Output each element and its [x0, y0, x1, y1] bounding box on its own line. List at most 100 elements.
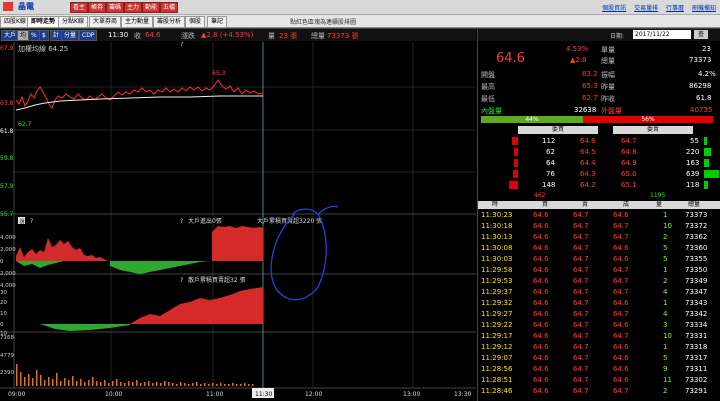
volume-bar [124, 383, 126, 386]
total-vol-label: 總量 [601, 57, 615, 65]
topbar-button-1[interactable]: 看主 [70, 2, 89, 13]
tick-row: 11:29:12 64.6 64.7 64.6 1 73318 [478, 343, 720, 353]
high-price-label: 最高 [481, 83, 495, 91]
volume-bar [204, 383, 206, 386]
volume-bar [132, 382, 134, 386]
tab-main-force[interactable]: 主力動量 [121, 16, 154, 28]
tab-stock[interactable]: 個股 [185, 16, 206, 28]
tick-ask: 64.7 [573, 211, 589, 219]
book-sp-2: 64.8 [621, 148, 637, 156]
current-price: 64.6 [496, 51, 525, 66]
topbar-button-6[interactable]: 五檔 [160, 2, 179, 13]
volume-bar [92, 377, 94, 386]
tick-list[interactable]: 11:30:23 64.6 64.7 64.6 1 73373 11:30:18 64.6 64… [478, 211, 720, 401]
tick-total: 73331 [685, 332, 708, 340]
axis-label-6: 55.7 [0, 211, 14, 218]
tick-time: 11:29:12 [481, 343, 513, 351]
volume-bar [44, 380, 46, 386]
tick-header-bar: 時 買 賣 成 量 總量 [478, 201, 720, 209]
amplitude-label: 振幅 [601, 71, 615, 79]
topbar-button-2[interactable]: 帳券 [88, 2, 107, 13]
date-query-button[interactable]: 查 [694, 30, 708, 39]
amplitude-value: 4.2% [698, 70, 716, 78]
volume-bar [52, 379, 54, 386]
volume-bar [252, 384, 254, 386]
tick-bid: 64.6 [533, 299, 549, 307]
tick-row: 11:29:37 64.6 64.7 64.7 4 73347 [478, 288, 720, 298]
tick-vol: 5 [663, 354, 668, 362]
link-stock-info[interactable]: 個股資訊 [602, 5, 626, 12]
topbar-button-4[interactable]: 主力 [124, 2, 143, 13]
toolbar-btn-vol[interactable]: 分量 [61, 30, 80, 41]
tick-row: 11:30:13 64.6 64.7 64.7 2 73362 [478, 233, 720, 243]
volume-bar [68, 380, 70, 386]
tick-ask: 64.7 [573, 277, 589, 285]
volume-bar [64, 378, 66, 386]
toolbar-btn-cdp[interactable]: CDP [79, 30, 98, 41]
tick-total: 73373 [685, 211, 708, 219]
tab-chip-analysis[interactable]: 籌股分析 [153, 16, 186, 28]
pct-change: 4.53% [566, 45, 589, 53]
high-price-value: 65.3 [582, 82, 598, 90]
toolbar-btn-dollar[interactable]: $ [39, 30, 49, 41]
tick-col-bid: 買 [542, 201, 549, 208]
tab-notes[interactable]: 筆記 [207, 16, 228, 28]
xaxis-1000: 10:00 [105, 391, 122, 398]
volume-bar [180, 382, 182, 386]
toolbar-btn-pct[interactable]: % [28, 30, 40, 41]
tick-time: 11:29:27 [481, 310, 513, 318]
volume-bar [172, 383, 174, 386]
tick-vol: 2 [663, 277, 668, 285]
panel1-help-icon[interactable]: ? [180, 42, 184, 48]
chart-area[interactable]: 加權均線 64.25 ? 65.3 62.7 67.9 63.8 61.8 59… [0, 42, 476, 401]
tick-deal: 64.7 [613, 233, 629, 241]
tick-total: 73360 [685, 244, 708, 252]
tick-vol: 1 [663, 343, 668, 351]
tick-vol: 1 [663, 211, 668, 219]
axis-label-3: 61.8 [0, 128, 14, 135]
panel2-help-right-icon[interactable]: ? [180, 218, 183, 225]
tab-branch-kline[interactable]: 分點K線 [58, 16, 88, 28]
tick-bid: 64.6 [533, 343, 549, 351]
volume-bar [236, 384, 238, 386]
tick-bid: 64.6 [533, 255, 549, 263]
link-calendar[interactable]: 行事曆 [666, 5, 684, 12]
tick-total: 73347 [685, 288, 708, 296]
tick-time: 11:28:56 [481, 365, 513, 373]
tick-row: 11:28:46 64.6 64.7 64.7 2 73291 [478, 387, 720, 397]
tab-realtime[interactable]: 即時走勢 [27, 16, 60, 28]
volume-bar [108, 383, 110, 386]
tick-ask: 64.7 [573, 343, 589, 351]
xaxis-1100: 11:00 [206, 391, 223, 398]
toolbar-change-value: ▲2.8 (+4.53%) [201, 31, 254, 39]
notice-text: 點紅色區塊為連續股排圖 [290, 19, 357, 26]
tick-ask: 64.7 [573, 233, 589, 241]
sell-bar-2 [704, 148, 711, 156]
panel2-help-left-icon[interactable]: ? [30, 218, 33, 225]
single-vol-value: 23 [702, 45, 711, 53]
tab-kline[interactable]: 四股K線 [0, 16, 30, 28]
open-value: 63.2 [582, 70, 598, 78]
tick-time: 11:30:13 [481, 233, 513, 241]
toolbar-vol-value: 23 張 [279, 32, 298, 40]
volume-bar [128, 381, 130, 386]
inner-vol-label: 內盤量 [481, 107, 502, 115]
topbar-button-5[interactable]: 動能 [142, 2, 161, 13]
tick-col-total: 總量 [688, 201, 701, 208]
link-help[interactable]: 刷機備知 [692, 5, 716, 12]
low-price-value: 62.7 [582, 94, 598, 102]
tick-vol: 1 [663, 299, 668, 307]
volume-bar [188, 384, 190, 386]
tick-col-vol: 量 [656, 201, 663, 208]
tick-row: 11:30:23 64.6 64.7 64.6 1 73373 [478, 211, 720, 221]
date-input[interactable]: 2017/11/22 [633, 30, 691, 39]
panel4-axis-2: 4779 [0, 353, 14, 359]
book-sp-3: 64.9 [621, 159, 637, 167]
volume-bar [200, 384, 202, 386]
axis-label-1: 67.9 [0, 45, 14, 52]
panel3-help-icon[interactable]: ? [180, 277, 183, 284]
topbar-button-3[interactable]: 籌碼 [106, 2, 125, 13]
volume-bar [224, 384, 226, 386]
tab-large-broker[interactable]: 大單券商 [89, 16, 122, 28]
link-volume-rank[interactable]: 交易量排 [634, 5, 658, 12]
